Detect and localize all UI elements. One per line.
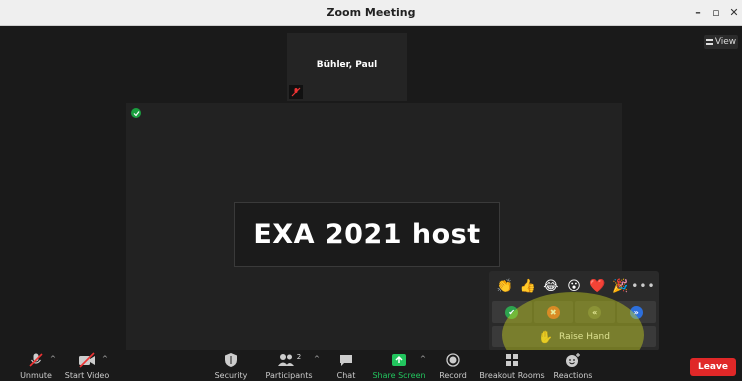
- breakout-rooms-label: Breakout Rooms: [479, 371, 545, 380]
- mic-muted-icon: [28, 352, 44, 368]
- x-icon: ✖: [546, 305, 560, 319]
- share-screen-button[interactable]: Share Screen: [372, 352, 426, 381]
- record-label: Record: [439, 371, 467, 380]
- joy-emoji-button[interactable]: 😂: [542, 277, 560, 295]
- speaker-name-card: EXA 2021 host: [234, 202, 500, 267]
- more-reactions-button[interactable]: •••: [631, 277, 654, 295]
- security-label: Security: [214, 371, 248, 380]
- breakout-grid-icon: [505, 352, 519, 368]
- participants-label: Participants: [265, 371, 313, 380]
- yes-button[interactable]: ✔: [492, 301, 532, 323]
- window-title: Zoom Meeting: [326, 6, 416, 19]
- mic-muted-icon: [289, 85, 303, 99]
- shield-check-icon: [131, 108, 141, 118]
- unmute-button[interactable]: Unmute: [18, 352, 54, 381]
- start-video-label: Start Video: [64, 371, 110, 380]
- unmute-label: Unmute: [20, 371, 52, 380]
- check-icon: ✔: [505, 305, 519, 319]
- security-button[interactable]: Security: [214, 352, 248, 381]
- reactions-popup: 👏 👍 😂 😮 ❤️ 🎉 ••• ✔ ✖ « » ✋ Raise Hand: [489, 271, 659, 351]
- view-button[interactable]: View: [704, 35, 738, 49]
- participants-button[interactable]: 2 Participants: [265, 352, 313, 381]
- chat-button[interactable]: Chat: [336, 352, 356, 381]
- grid-icon: [705, 39, 713, 45]
- raised-hand-icon: ✋: [538, 329, 554, 344]
- chat-bubble-icon: [339, 352, 353, 368]
- audio-options-caret[interactable]: ^: [50, 355, 56, 363]
- maximize-button[interactable]: ▫: [708, 5, 724, 21]
- party-emoji-button[interactable]: 🎉: [611, 277, 629, 295]
- share-options-caret[interactable]: ^: [420, 355, 426, 363]
- participants-options-caret[interactable]: ^: [314, 355, 320, 363]
- video-options-caret[interactable]: ^: [102, 355, 108, 363]
- view-label: View: [714, 37, 737, 47]
- breakout-rooms-button[interactable]: Breakout Rooms: [479, 352, 545, 381]
- clap-emoji-button[interactable]: 👏: [496, 277, 514, 295]
- thumbs-up-emoji-button[interactable]: 👍: [519, 277, 537, 295]
- raise-hand-button[interactable]: ✋ Raise Hand: [492, 326, 656, 347]
- raise-hand-label: Raise Hand: [559, 331, 610, 342]
- slower-button[interactable]: «: [575, 301, 615, 323]
- title-bar: Zoom Meeting – ▫ ✕: [0, 0, 742, 26]
- nonverbal-feedback-row: ✔ ✖ « »: [492, 301, 656, 323]
- share-screen-icon: [391, 352, 407, 368]
- record-button[interactable]: Record: [439, 352, 467, 381]
- reactions-label: Reactions: [553, 371, 593, 380]
- shield-icon: [224, 352, 238, 368]
- close-button[interactable]: ✕: [726, 5, 742, 21]
- heart-emoji-button[interactable]: ❤️: [588, 277, 606, 295]
- minimize-button[interactable]: –: [690, 5, 706, 21]
- participant-thumbnail[interactable]: Bühler, Paul: [287, 33, 407, 101]
- no-button[interactable]: ✖: [533, 301, 573, 323]
- smiley-plus-icon: [565, 352, 581, 368]
- chat-label: Chat: [336, 371, 356, 380]
- record-icon: [446, 352, 460, 368]
- share-screen-label: Share Screen: [372, 371, 426, 380]
- leave-button[interactable]: Leave: [690, 358, 736, 376]
- open-mouth-emoji-button[interactable]: 😮: [565, 277, 583, 295]
- faster-button[interactable]: »: [616, 301, 656, 323]
- emoji-row: 👏 👍 😂 😮 ❤️ 🎉 •••: [489, 275, 659, 297]
- rewind-icon: «: [588, 305, 602, 319]
- participants-count: 2: [296, 353, 302, 361]
- fast-forward-icon: »: [629, 305, 643, 319]
- reactions-button[interactable]: Reactions: [553, 352, 593, 381]
- meeting-toolbar: Unmute ^ Start Video ^ Security 2 Partic…: [0, 350, 742, 381]
- participant-name: Bühler, Paul: [316, 60, 378, 70]
- video-off-icon: [78, 352, 96, 368]
- people-icon: 2: [277, 352, 301, 368]
